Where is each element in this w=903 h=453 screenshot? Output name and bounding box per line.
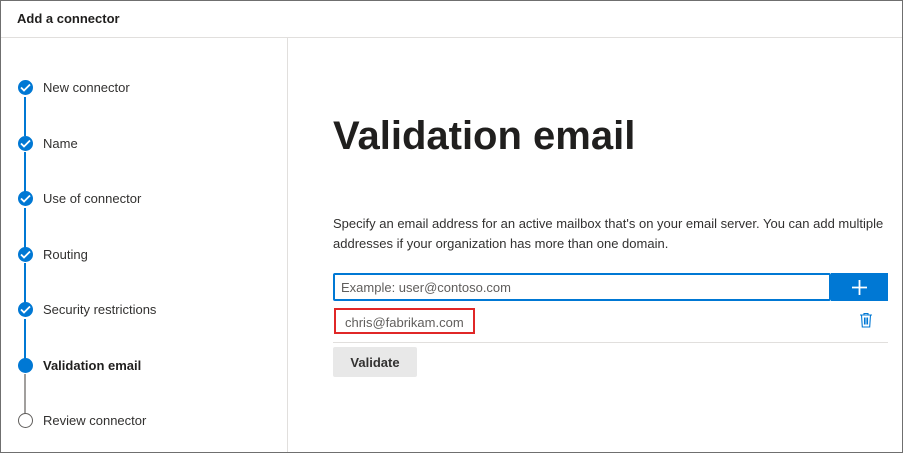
panel-title: Add a connector: [17, 11, 120, 26]
step-security-restrictions[interactable]: Security restrictions: [18, 300, 278, 320]
email-address: chris@fabrikam.com: [334, 308, 475, 334]
email-list-item: chris@fabrikam.com: [333, 304, 888, 343]
check-circle-icon: [18, 247, 33, 262]
step-label: Name: [43, 136, 78, 151]
step-label: Use of connector: [43, 191, 142, 206]
step-connector-line: [24, 152, 26, 192]
validate-button[interactable]: Validate: [333, 347, 417, 377]
check-circle-icon: [18, 191, 33, 206]
step-label: Review connector: [43, 413, 147, 428]
step-label: Validation email: [43, 358, 142, 373]
step-review-connector[interactable]: Review connector: [18, 411, 278, 431]
panel-header: Add a connector: [1, 1, 902, 38]
step-connector-line: [24, 208, 26, 248]
step-connector-line: [24, 319, 26, 359]
wizard-steps: New connector Name Use of connector Rout…: [1, 38, 288, 452]
step-new-connector[interactable]: New connector: [18, 78, 278, 98]
description-text: Specify an email address for an active m…: [333, 216, 884, 251]
step-connector-line: [24, 263, 26, 303]
add-email-button[interactable]: [831, 273, 888, 301]
step-validation-email[interactable]: Validation email: [18, 356, 278, 376]
check-circle-icon: [18, 80, 33, 95]
step-label: New connector: [43, 80, 130, 95]
step-connector-line: [24, 374, 26, 414]
check-circle-icon: [18, 302, 33, 317]
empty-circle-icon: [18, 413, 33, 428]
email-input[interactable]: [333, 273, 831, 301]
main-content: Validation email Specify an email addres…: [288, 38, 902, 452]
step-routing[interactable]: Routing: [18, 245, 278, 265]
trash-icon: [860, 312, 872, 328]
step-connector-line: [24, 97, 26, 136]
page-title: Validation email: [333, 114, 636, 158]
plus-icon: [852, 280, 867, 295]
step-use-of-connector[interactable]: Use of connector: [18, 189, 278, 209]
current-step-dot-icon: [18, 358, 33, 373]
step-name[interactable]: Name: [18, 134, 278, 154]
check-circle-icon: [18, 136, 33, 151]
step-label: Routing: [43, 247, 88, 262]
add-connector-window: Add a connector New connector Name Use o…: [0, 0, 903, 453]
step-label: Security restrictions: [43, 302, 157, 317]
delete-email-button[interactable]: [856, 311, 876, 331]
